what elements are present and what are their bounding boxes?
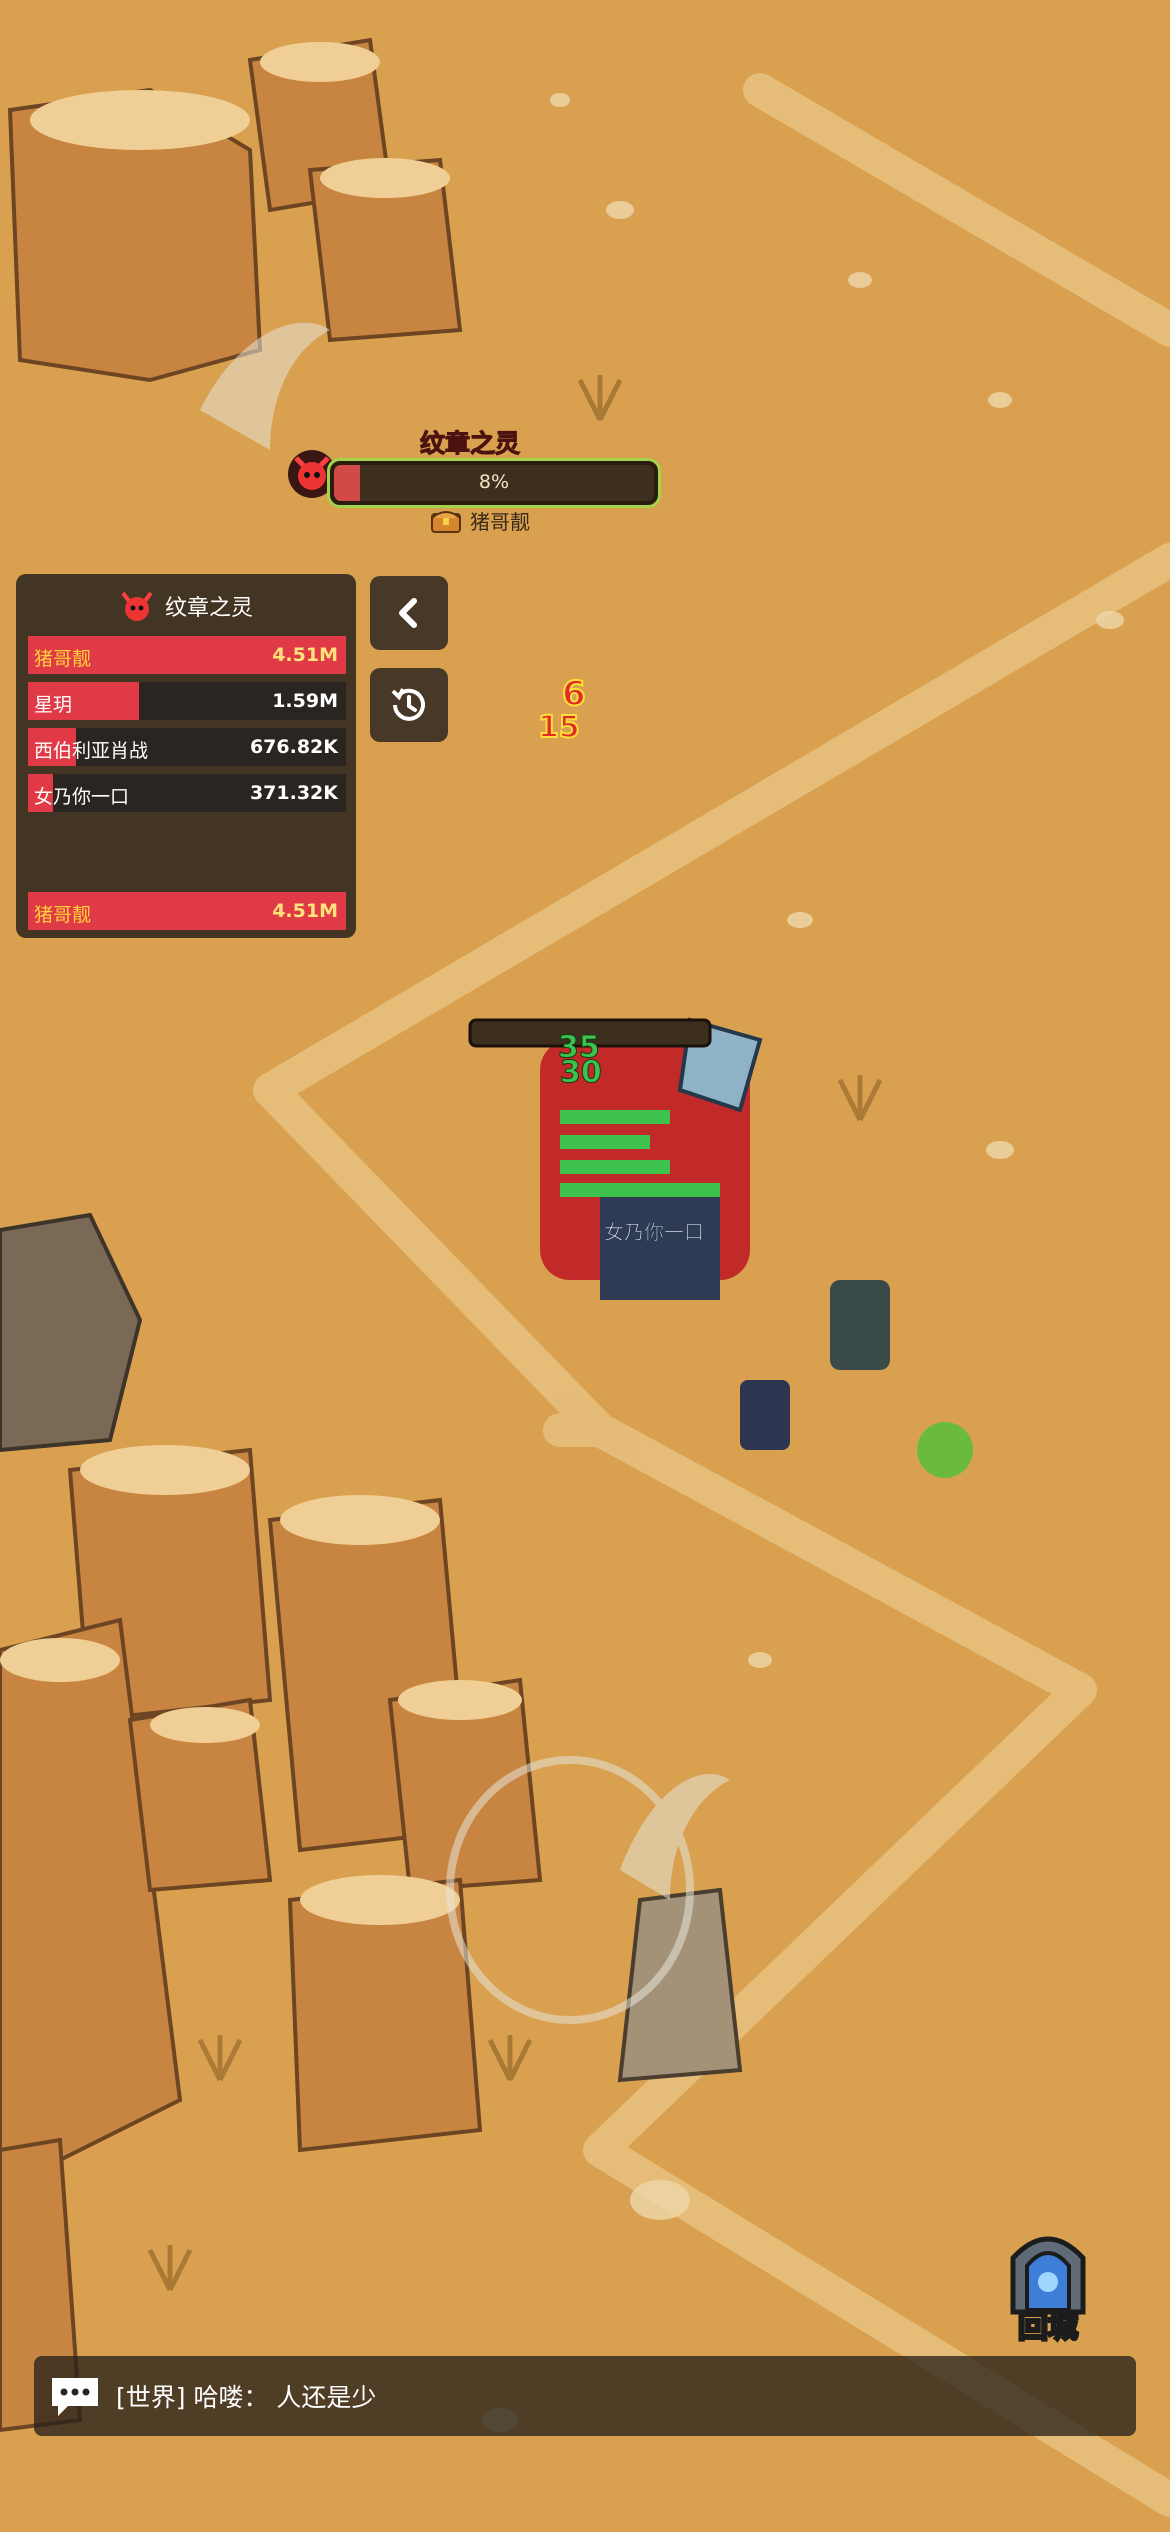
damage-panel-header: 纹章之灵 <box>16 586 356 626</box>
game-map <box>0 0 1170 2532</box>
ranking-row: 星玥 1.59M <box>28 682 346 720</box>
boss-skull-icon <box>121 591 153 621</box>
return-to-town-button[interactable]: 回城 <box>995 2226 1101 2348</box>
ranking-damage-value: 4.51M <box>272 644 338 666</box>
boss-health-percent: 8% <box>478 471 510 493</box>
boss-owner-name: 猪哥靓 <box>470 509 530 534</box>
damage-panel-title: 纹章之灵 <box>164 596 253 621</box>
chat-bar[interactable]: [世界] 哈喽： 人还是少 <box>34 2356 1136 2436</box>
ranking-damage-value: 1.59M <box>272 690 338 712</box>
chat-message: [世界] 哈喽： 人还是少 <box>116 2383 377 2412</box>
my-damage-value: 4.51M <box>272 900 338 922</box>
heal-number: 30 <box>560 1055 603 1091</box>
ranking-player-name: 猪哥靓 <box>34 648 92 670</box>
damage-ranking-panel: 纹章之灵 猪哥靓 4.51M 星玥 1.59M 西伯利亚肖战 676.82K 女… <box>16 574 356 938</box>
ranking-player-name: 西伯利亚肖战 <box>34 740 149 762</box>
chest-icon <box>431 511 461 533</box>
chat-bubble-icon <box>52 2378 98 2416</box>
return-to-town-label: 回城 <box>1017 2309 1080 2347</box>
history-button[interactable] <box>370 668 448 742</box>
damage-number: 15 <box>537 709 581 746</box>
boss-health-bar: 8% <box>330 461 658 505</box>
collapse-panel-button[interactable] <box>370 576 448 650</box>
boss-owner: 猪哥靓 <box>430 505 530 535</box>
damage-number: 6 <box>561 673 587 715</box>
ranking-damage-value: 371.32K <box>249 782 338 804</box>
ranking-row: 女乃你一口 371.32K <box>28 774 346 812</box>
ranking-player-name: 星玥 <box>34 694 73 716</box>
history-icon <box>391 688 425 721</box>
boss-name: 纹章之灵 <box>420 429 521 459</box>
ranking-damage-value: 676.82K <box>249 736 338 758</box>
ranking-player-name: 女乃你一口 <box>34 786 130 808</box>
ranking-row: 猪哥靓 4.51M <box>28 636 346 674</box>
player-name-tag: 女乃你一口 <box>604 1220 705 1245</box>
ranking-row: 西伯利亚肖战 676.82K <box>28 728 346 766</box>
my-ranking-row: 猪哥靓 4.51M <box>28 892 346 930</box>
chevron-left-icon <box>399 598 417 628</box>
my-player-name: 猪哥靓 <box>34 904 92 926</box>
